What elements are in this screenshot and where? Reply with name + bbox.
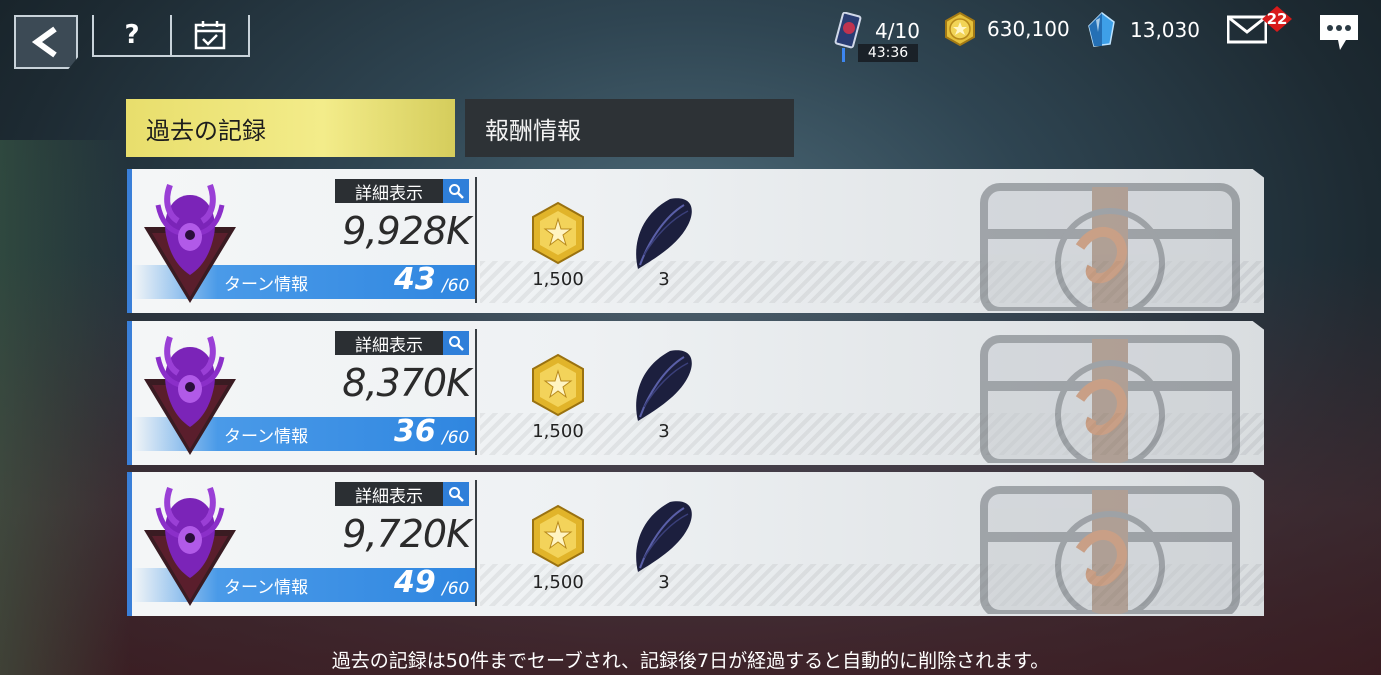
top-left-button-group: ? bbox=[92, 15, 250, 57]
gold-value: 630,100 bbox=[987, 17, 1070, 41]
medal-quantity: 1,500 bbox=[532, 421, 584, 442]
back-arrow-icon bbox=[31, 26, 57, 58]
magnifier-icon bbox=[443, 482, 469, 506]
mail-envelope-icon bbox=[1226, 15, 1268, 44]
detail-view-button[interactable]: 詳細表示 bbox=[335, 482, 469, 507]
star-medal-icon bbox=[532, 201, 584, 265]
record-row[interactable]: 詳細表示 9,720K ターン情報 49 /60 1,500 3 bbox=[127, 472, 1264, 616]
dark-feather-icon bbox=[636, 501, 692, 572]
detail-view-button[interactable]: 詳細表示 bbox=[335, 331, 469, 356]
chat-button[interactable] bbox=[1318, 12, 1360, 52]
records-retention-note: 過去の記録は50件までセーブされ、記録後7日が経過すると自動的に削除されます。 bbox=[331, 650, 1050, 672]
record-row[interactable]: 詳細表示 9,928K ターン情報 43 /60 1,500 3 bbox=[127, 169, 1264, 313]
row-divider bbox=[475, 480, 477, 606]
treasure-chest-icon bbox=[980, 183, 1240, 311]
help-icon: ? bbox=[124, 20, 140, 50]
background-left-stand bbox=[0, 140, 130, 675]
gem-value: 13,030 bbox=[1130, 18, 1200, 42]
treasure-chest-icon bbox=[980, 335, 1240, 463]
treasure-chest-icon bbox=[980, 486, 1240, 614]
star-medal-icon bbox=[532, 504, 584, 568]
record-row[interactable]: 詳細表示 8,370K ターン情報 36 /60 1,500 3 bbox=[127, 321, 1264, 465]
star-medal-icon bbox=[532, 353, 584, 417]
tab-reward-info[interactable]: 報酬情報 bbox=[465, 99, 794, 157]
tab-reward-info-label: 報酬情報 bbox=[485, 116, 581, 145]
record-score: 9,928K bbox=[342, 209, 471, 253]
gem-counter[interactable]: 13,030 bbox=[1086, 12, 1200, 48]
dark-feather-icon bbox=[636, 350, 692, 421]
detail-view-button[interactable]: 詳細表示 bbox=[335, 179, 469, 204]
turn-info-label: ターン情報 bbox=[224, 427, 309, 447]
record-score: 8,370K bbox=[342, 361, 471, 405]
row-divider bbox=[475, 329, 477, 455]
chat-bubble-icon bbox=[1320, 15, 1358, 50]
feather-quantity: 3 bbox=[658, 269, 670, 290]
back-button[interactable] bbox=[14, 15, 78, 69]
magnifier-icon bbox=[443, 331, 469, 355]
help-button[interactable]: ? bbox=[94, 15, 170, 55]
gold-counter[interactable]: 630,100 bbox=[943, 12, 1070, 46]
turns-max: /60 bbox=[442, 276, 470, 296]
feather-quantity: 3 bbox=[658, 421, 670, 442]
medal-quantity: 1,500 bbox=[532, 269, 584, 290]
calendar-check-icon bbox=[194, 21, 226, 50]
stamina-timer: 43:36 bbox=[858, 44, 918, 62]
magnifier-icon bbox=[443, 179, 469, 203]
calendar-button[interactable] bbox=[170, 15, 248, 55]
turns-used: 49 bbox=[394, 565, 436, 600]
turns-used: 43 bbox=[394, 262, 436, 297]
turn-info-label: ターン情報 bbox=[224, 275, 309, 295]
blue-crystal-icon bbox=[1088, 12, 1115, 47]
turns-used: 36 bbox=[394, 414, 436, 449]
gold-coin-icon bbox=[945, 12, 975, 46]
turns-max: /60 bbox=[442, 428, 470, 448]
turn-info-label: ターン情報 bbox=[224, 578, 309, 598]
detail-view-label: 詳細表示 bbox=[355, 486, 423, 507]
turns-max: /60 bbox=[442, 579, 470, 599]
mail-button[interactable] bbox=[1226, 14, 1268, 44]
row-divider bbox=[475, 177, 477, 303]
tab-past-records[interactable]: 過去の記録 bbox=[126, 99, 455, 157]
detail-view-label: 詳細表示 bbox=[355, 183, 423, 204]
tab-past-records-label: 過去の記録 bbox=[146, 116, 266, 145]
record-score: 9,720K bbox=[342, 512, 471, 556]
feather-quantity: 3 bbox=[658, 572, 670, 593]
detail-view-label: 詳細表示 bbox=[355, 335, 423, 356]
stamina-value: 4/10 bbox=[875, 19, 920, 43]
medal-quantity: 1,500 bbox=[532, 572, 584, 593]
dark-feather-icon bbox=[636, 198, 692, 269]
